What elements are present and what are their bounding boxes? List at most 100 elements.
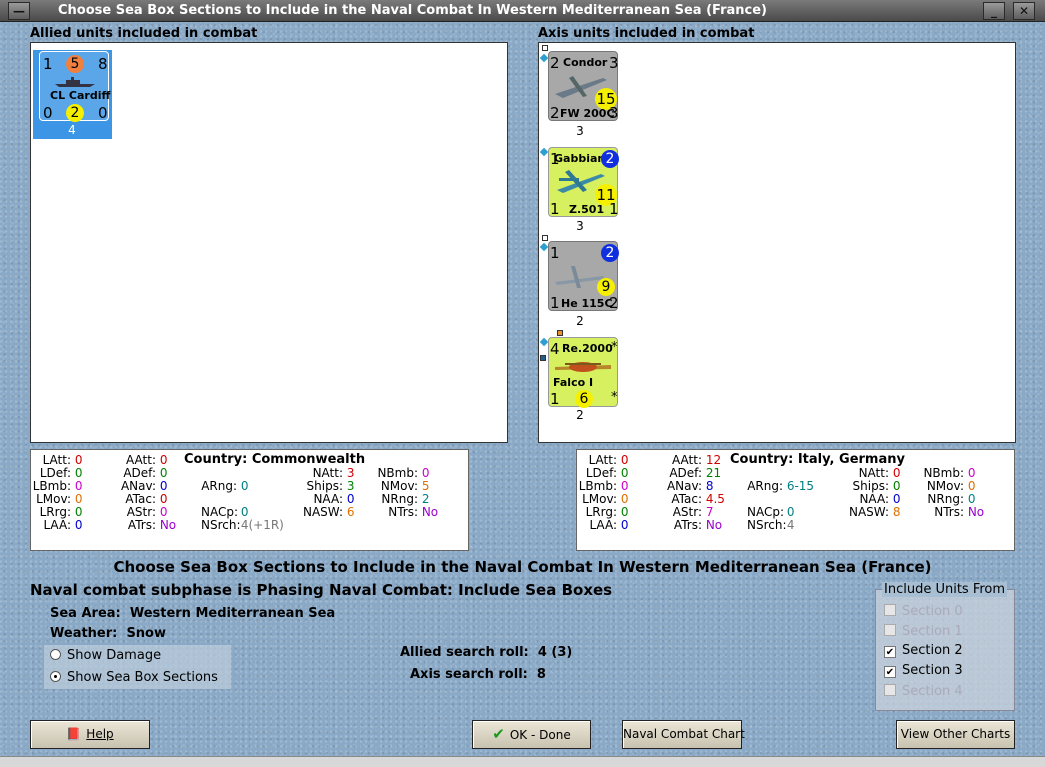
allied-search-roll: Allied search roll: 4 (3)	[400, 645, 573, 660]
section-1-checkbox[interactable]: Section 1	[884, 624, 963, 639]
stat-atrs: ATrs: No	[127, 518, 177, 532]
counter-unit-name: CL Cardiff	[50, 89, 111, 102]
naval-combat-chart-button[interactable]: Naval Combat Chart	[622, 720, 745, 749]
unit-counter-cl-cardiff[interactable]: 1 5 8 CL Cardiff 0 2 0	[39, 51, 111, 122]
counter-unit-name: Re.2000	[562, 342, 613, 355]
title-bar: — Choose Sea Box Sections to Include in …	[0, 0, 1045, 22]
allied-units-heading: Allied units included in combat	[30, 26, 258, 41]
allied-units-panel: 1 5 8 CL Cardiff 0 2 0 4	[30, 42, 508, 443]
weather-info: Weather: Snow	[50, 626, 166, 641]
unit-marker	[557, 330, 563, 336]
counter-unit-type: Falco I	[553, 376, 594, 389]
radio-dot	[50, 649, 61, 660]
sea-area-info: Sea Area: Western Mediterranean Sea	[50, 606, 336, 621]
counter-unit-type: Z.501	[569, 203, 605, 216]
counter-unit-name: Condor	[563, 56, 608, 69]
checkbox-box	[884, 624, 896, 636]
ok-done-button[interactable]: ✔ OK - Done	[472, 720, 591, 749]
counter-unit-type: He 115C	[561, 297, 613, 310]
unit-counter-condor[interactable]: 2 Condor 3 15 2 FW 200C 3	[548, 51, 619, 122]
minimize-button[interactable]: _	[983, 2, 1005, 20]
stat-laa: LAA: 0	[589, 518, 629, 532]
section-0-checkbox[interactable]: Section 0	[884, 604, 963, 619]
close-button[interactable]: ✕	[1013, 2, 1035, 20]
unit-steps: 4	[68, 123, 76, 137]
counter-top-left: 2	[550, 54, 560, 72]
cruiser-ship-icon	[55, 77, 95, 87]
check-icon: ✔	[884, 666, 896, 678]
window-title: Choose Sea Box Sections to Include in th…	[58, 3, 767, 18]
unit-steps: 2	[576, 408, 584, 422]
counter-top-left: 4	[550, 340, 560, 358]
help-button[interactable]: 📕 Help	[30, 720, 150, 749]
unit-marker	[539, 337, 549, 347]
allied-stats-panel: LAtt: 0 LDef: 0 LBmb: 0 LMov: 0 LRrg: 0 …	[30, 449, 469, 551]
counter-bottom-left: 0	[43, 104, 53, 122]
counter-top-left: 1	[43, 55, 53, 73]
include-units-title: Include Units From	[882, 582, 1008, 597]
unit-counter-gabbiano[interactable]: 1 Gabbiano 2 11 1 Z.501 1	[548, 147, 619, 218]
book-icon: 📕	[66, 727, 82, 741]
stat-arng: ARng: 0	[201, 479, 249, 493]
counter-bottom-right: 1	[609, 200, 619, 218]
stat-nasw: NASW: 6	[302, 505, 355, 519]
axis-stats-panel: LAtt: 0 LDef: 0 LBmb: 0 LMov: 0 LRrg: 0 …	[576, 449, 1015, 551]
counter-bottom-left: 2	[550, 104, 560, 122]
include-units-group: Include Units From Section 0 Section 1 ✔…	[875, 582, 1015, 711]
stat-arng: ARng: 6-15	[747, 479, 815, 493]
stat-atrs: ATrs: No	[673, 518, 723, 532]
stat-nsrch: NSrch: 4(+1R)	[201, 518, 284, 532]
fighter-aircraft-icon	[555, 362, 611, 372]
counter-bottom-right: 0	[98, 104, 108, 122]
stat-country: Country: Commonwealth	[184, 452, 366, 467]
section-3-checkbox[interactable]: ✔ Section 3	[884, 663, 963, 678]
show-damage-radio[interactable]: Show Damage	[50, 648, 161, 663]
stat-ntrs: NTrs: No	[934, 505, 985, 519]
counter-top-center: 5	[66, 55, 84, 73]
counter-bottom-right: 2	[609, 294, 619, 312]
unit-marker	[542, 45, 548, 51]
subphase-text: Naval combat subphase is Phasing Naval C…	[30, 581, 613, 599]
status-bar	[0, 756, 1045, 767]
checkbox-box	[884, 604, 896, 616]
unit-marker	[540, 355, 546, 361]
unit-counter-he-115c[interactable]: 1 2 9 1 He 115C 2	[548, 241, 619, 312]
counter-value: 6	[575, 390, 593, 408]
combat-title: Choose Sea Box Sections to Include in th…	[113, 558, 932, 576]
axis-search-roll: Axis search roll: 8	[410, 667, 546, 682]
unit-marker	[539, 147, 549, 157]
check-icon: ✔	[884, 646, 896, 658]
counter-bottom-right: 3	[609, 104, 619, 122]
counter-bottom-center: 2	[66, 104, 84, 122]
unit-marker	[542, 235, 548, 241]
stat-laa: LAA: 0	[43, 518, 83, 532]
counter-top-right: 8	[98, 55, 108, 73]
unit-steps: 3	[576, 219, 584, 233]
axis-units-heading: Axis units included in combat	[538, 26, 755, 41]
counter-bottom-left: 1	[550, 200, 560, 218]
counter-top-right: *	[611, 340, 618, 355]
checkbox-box	[884, 684, 896, 696]
stat-country: Country: Italy, Germany	[730, 452, 905, 467]
stat-ntrs: NTrs: No	[388, 505, 439, 519]
counter-top-right: 3	[609, 54, 619, 72]
view-other-charts-button[interactable]: View Other Charts	[896, 720, 1015, 749]
show-sections-radio[interactable]: Show Sea Box Sections	[50, 670, 218, 685]
system-menu-button[interactable]: —	[8, 2, 30, 20]
counter-bottom-left: 1	[550, 294, 560, 312]
counter-bottom-left: 1	[550, 390, 560, 408]
stat-nasw: NASW: 8	[848, 505, 901, 519]
unit-steps: 2	[576, 314, 584, 328]
unit-counter-re-2000[interactable]: 4 Re.2000 * Falco I 1 6 *	[548, 337, 618, 408]
unit-steps: 3	[576, 124, 584, 138]
radio-dot	[50, 671, 61, 682]
section-4-checkbox[interactable]: Section 4	[884, 684, 963, 699]
counter-top-left: 1	[550, 244, 560, 262]
checkmark-icon: ✔	[492, 725, 505, 743]
unit-marker	[539, 53, 549, 63]
counter-top-right: 2	[601, 244, 619, 262]
counter-unit-type: FW 200C	[560, 107, 615, 120]
unit-marker	[539, 242, 549, 252]
section-2-checkbox[interactable]: ✔ Section 2	[884, 643, 963, 658]
stat-nsrch: NSrch: 4	[747, 518, 795, 532]
